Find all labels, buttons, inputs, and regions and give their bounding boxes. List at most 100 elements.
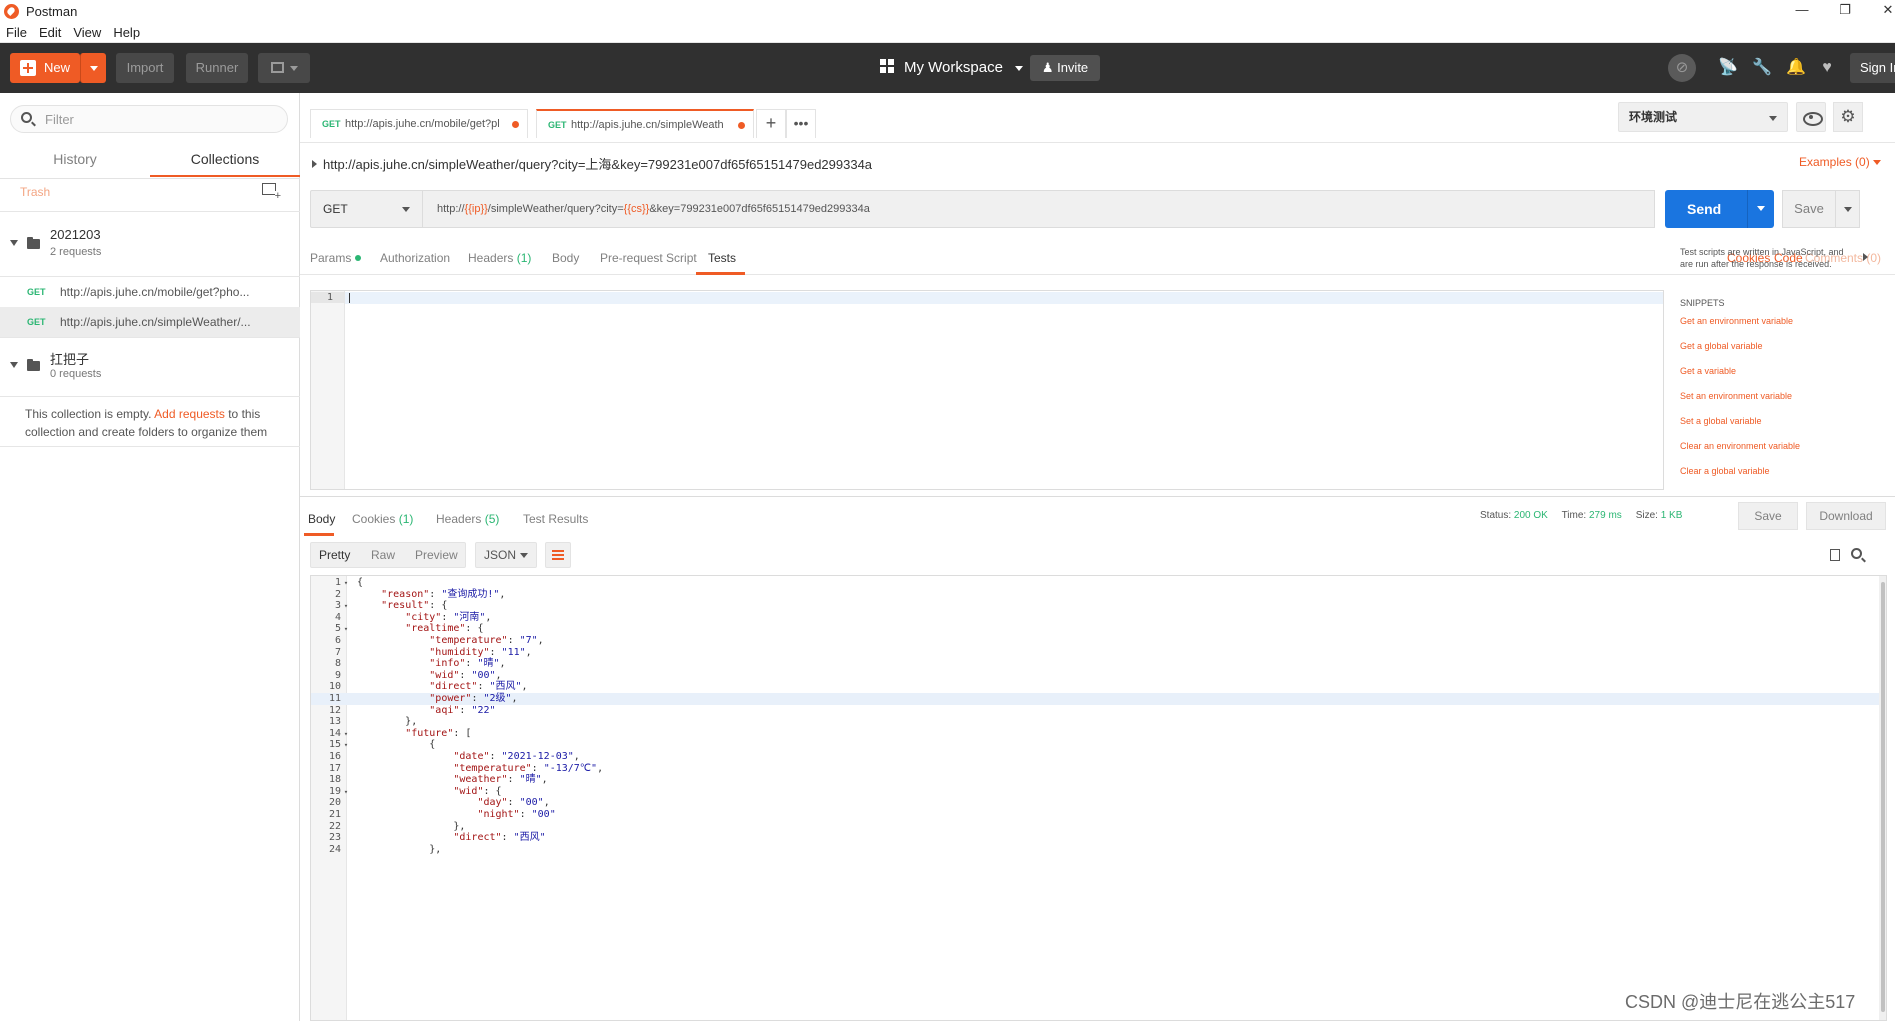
line-number: 7: [334, 646, 341, 658]
snippet-link[interactable]: Clear an environment variable: [1680, 441, 1800, 451]
snippet-link[interactable]: Get an environment variable: [1680, 316, 1793, 326]
wrap-lines-icon[interactable]: [545, 542, 571, 568]
tab-params[interactable]: Params: [310, 251, 362, 265]
send-button[interactable]: Send: [1665, 190, 1747, 228]
plus-icon: [20, 60, 36, 76]
chevron-down-icon[interactable]: [10, 240, 18, 246]
new-dropdown-button[interactable]: [80, 53, 106, 83]
new-button[interactable]: New: [10, 53, 80, 83]
line-number: 23: [328, 832, 341, 844]
method-select[interactable]: GET: [310, 190, 423, 228]
line-number: 8: [334, 658, 341, 670]
menu-help[interactable]: Help: [113, 25, 140, 40]
trash-link[interactable]: Trash: [20, 185, 50, 199]
add-requests-link[interactable]: Add requests: [154, 407, 225, 421]
snippet-link[interactable]: Set a global variable: [1680, 416, 1762, 426]
tab-collections[interactable]: Collections: [150, 145, 300, 177]
request-item-active[interactable]: GET http://apis.juhe.cn/simpleWeather/..…: [0, 307, 300, 337]
request-url: http://apis.juhe.cn/simpleWeather/...: [60, 315, 251, 329]
code-text: "future": [: [405, 727, 472, 739]
filter-input[interactable]: [45, 110, 275, 128]
sync-status-icon[interactable]: ⊘: [1668, 54, 1696, 82]
menu-file[interactable]: File: [6, 25, 27, 40]
url-part: &key=799231e007df65f65151479ed299334a: [649, 203, 870, 215]
import-button[interactable]: Import: [116, 53, 174, 83]
search-icon[interactable]: [1851, 548, 1862, 559]
save-dropdown-button[interactable]: [1836, 190, 1860, 228]
url-variable: {{cs}}: [623, 203, 650, 215]
tab-prerequest-script[interactable]: Pre-request Script: [600, 251, 697, 265]
save-button[interactable]: Save: [1782, 190, 1836, 228]
request-tab-active[interactable]: GET http://apis.juhe.cn/simpleWeath: [536, 109, 754, 138]
tab-response-body[interactable]: Body: [308, 512, 335, 526]
settings-wrench-icon[interactable]: 🔧: [1752, 59, 1772, 77]
line-number: 17: [328, 762, 341, 774]
tab-count: (1): [398, 512, 414, 526]
line-number: 2: [334, 588, 341, 600]
new-window-button[interactable]: [258, 53, 310, 83]
tab-response-cookies[interactable]: Cookies (1): [352, 512, 413, 526]
request-tab[interactable]: GET http://apis.juhe.cn/mobile/get?pl: [310, 109, 528, 138]
snippet-link[interactable]: Get a global variable: [1680, 341, 1763, 351]
collection-2021203[interactable]: 2021203 2 requests: [0, 221, 300, 271]
chevron-down-icon: [520, 553, 528, 558]
response-body[interactable]: 1 ▾ {2 "reason": "查询成功!", 3 ▾ "result": {4 …: [310, 575, 1887, 1021]
snippet-link[interactable]: Set an environment variable: [1680, 391, 1792, 401]
tab-headers[interactable]: Headers (1): [468, 251, 531, 265]
invite-button[interactable]: ♟ Invite: [1030, 55, 1100, 81]
tests-editor[interactable]: 1: [310, 290, 1664, 490]
new-collection-icon[interactable]: [262, 183, 281, 201]
snippet-link[interactable]: Clear a global variable: [1680, 466, 1770, 476]
collapse-snippets-icon[interactable]: [1863, 253, 1868, 261]
format-raw[interactable]: Raw: [371, 548, 395, 562]
gear-icon[interactable]: ⚙: [1833, 102, 1863, 132]
tab-history[interactable]: History: [0, 145, 150, 177]
interceptor-icon[interactable]: 📡: [1718, 59, 1738, 77]
environment-select[interactable]: 环境测试: [1618, 102, 1788, 132]
menu-edit[interactable]: Edit: [39, 25, 61, 40]
workspace-selector[interactable]: My Workspace: [880, 56, 1024, 80]
active-line: [345, 292, 1663, 304]
notifications-bell-icon[interactable]: 🔔: [1786, 59, 1806, 77]
tab-test-results[interactable]: Test Results: [523, 512, 588, 526]
heart-icon[interactable]: ♥: [1818, 59, 1836, 77]
examples-dropdown[interactable]: Examples (0): [1799, 155, 1882, 169]
format-type-select[interactable]: JSON: [475, 542, 537, 568]
send-dropdown-button[interactable]: [1747, 190, 1774, 228]
watermark: CSDN @迪士尼在逃公主517: [1625, 992, 1856, 1012]
sign-in-button[interactable]: Sign In: [1850, 53, 1895, 83]
eye-icon[interactable]: [1796, 102, 1826, 132]
restore-button[interactable]: ❐: [1825, 0, 1865, 22]
format-pretty[interactable]: Pretty: [319, 548, 350, 562]
request-title[interactable]: http://apis.juhe.cn/simpleWeather/query?…: [312, 154, 872, 173]
new-tab-button[interactable]: +: [756, 109, 786, 138]
code-line: 23 "direct": "西风": [311, 832, 1881, 844]
more-tabs-button[interactable]: •••: [786, 109, 816, 138]
url-input[interactable]: http://{{ip}}/simpleWeather/query?city={…: [423, 190, 1655, 228]
tab-authorization[interactable]: Authorization: [380, 251, 450, 265]
vertical-scrollbar[interactable]: [1879, 576, 1886, 1020]
code-text: },: [351, 843, 442, 855]
minimize-button[interactable]: —: [1782, 0, 1822, 22]
code-line: 4 "city": "河南",: [311, 612, 1881, 624]
tab-body[interactable]: Body: [552, 251, 579, 265]
copy-icon[interactable]: [1827, 546, 1840, 561]
workspace-label: My Workspace: [904, 59, 1003, 76]
folder-icon: [27, 237, 40, 249]
close-window-button[interactable]: ✕: [1868, 0, 1895, 22]
runner-button[interactable]: Runner: [186, 53, 248, 83]
tab-response-headers[interactable]: Headers (5): [436, 512, 499, 526]
collection-kangbazi[interactable]: 扛把子 0 requests: [0, 343, 300, 393]
download-button[interactable]: Download: [1806, 502, 1886, 530]
size-label: Size:: [1635, 510, 1658, 521]
menu-view[interactable]: View: [73, 25, 101, 40]
format-preview[interactable]: Preview: [415, 548, 458, 562]
code-text: "direct": "西风": [453, 832, 546, 844]
tab-tests[interactable]: Tests: [708, 251, 736, 265]
line-number: 6: [334, 635, 341, 646]
snippet-link[interactable]: Get a variable: [1680, 366, 1736, 376]
chevron-down-icon[interactable]: [10, 362, 18, 368]
code-text: "wid": {: [453, 785, 502, 797]
save-response-button[interactable]: Save: [1738, 502, 1798, 530]
request-item[interactable]: GET http://apis.juhe.cn/mobile/get?pho..…: [0, 277, 300, 307]
